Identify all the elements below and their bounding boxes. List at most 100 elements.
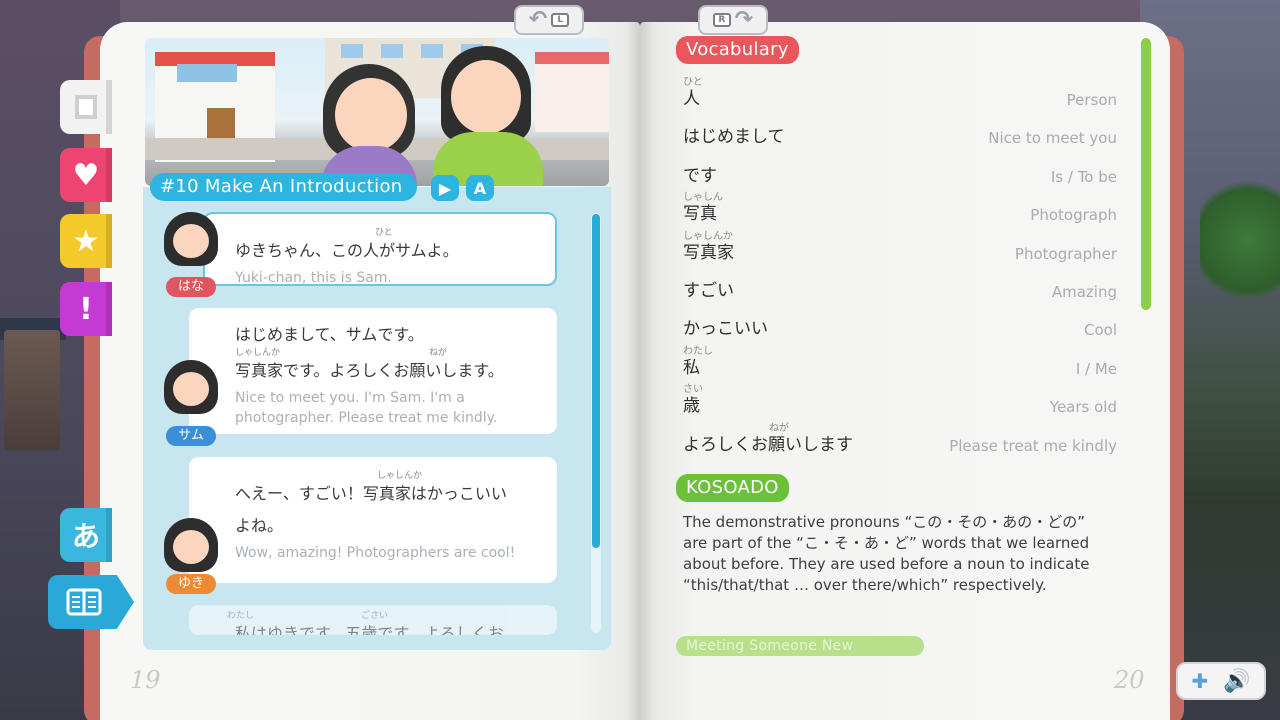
open-book-icon: [66, 588, 102, 616]
kosoado-heading: KOSOADO: [676, 474, 789, 502]
background-tree: [1200, 170, 1280, 310]
vocab-english: Amazing: [1051, 282, 1117, 301]
vocab-row[interactable]: ねが よろしくお願いします Please treat me kindly: [683, 422, 1117, 462]
book-spine: [626, 22, 654, 720]
speaker-tag: はな: [166, 277, 216, 297]
vocab-japanese: かっこいい: [683, 319, 768, 340]
vocab-row[interactable]: しゃしんか 写真家 Photographer: [683, 230, 1117, 270]
dialogue-scroll-thumb[interactable]: [592, 214, 600, 548]
r-key-icon: R: [712, 13, 731, 27]
lesson-illustration: [145, 38, 609, 186]
next-page-button[interactable]: R ↷: [698, 5, 768, 35]
play-audio-button[interactable]: ▶: [431, 175, 459, 201]
dialogue-line-2[interactable]: はじめまして、サムです。 しゃしんか ねが 写真家です。よろしくお願いします。 …: [189, 308, 557, 434]
stone-lantern: [4, 330, 60, 450]
vocab-ruby: しゃしん: [683, 192, 723, 204]
left-page-number: 19: [130, 666, 161, 694]
ruby: ねが: [429, 348, 448, 358]
tab-alerts[interactable]: !: [60, 282, 112, 336]
exclamation-icon: !: [79, 291, 93, 327]
vocab-english: I / Me: [1075, 359, 1117, 378]
dialogue-line-1[interactable]: ひと ゆきちゃん、この人がサムよ。 Yuki-chan, this is Sam…: [203, 212, 557, 286]
vocab-row[interactable]: はじめまして Nice to meet you: [683, 116, 1117, 154]
vocab-english: Photograph: [1030, 206, 1117, 225]
text-toggle-button[interactable]: A: [466, 175, 494, 201]
tab-starred[interactable]: ★: [60, 214, 112, 268]
speaker-tag: サム: [166, 426, 216, 446]
vocab-ruby: しゃしんか: [683, 230, 733, 242]
vocab-english: Please treat me kindly: [949, 436, 1117, 455]
speaker-icon: 🔊: [1223, 668, 1251, 694]
next-section-heading: Meeting Someone New: [676, 636, 924, 656]
star-icon: ★: [72, 223, 100, 259]
vocab-english: Nice to meet you: [988, 129, 1117, 148]
vocab-english: Photographer: [1014, 244, 1117, 263]
arrow-left-icon: ↶: [528, 7, 548, 32]
building-window: [381, 44, 403, 58]
prev-page-button[interactable]: ↶ L: [514, 5, 584, 35]
vocab-ruby: わたし: [683, 345, 713, 357]
vocab-row[interactable]: かっこいい Cool: [683, 308, 1117, 346]
dialogue-jp: へえー、すごい！写真家はかっこいい: [235, 484, 507, 503]
heart-icon: ♥: [72, 157, 100, 193]
vocabulary-list: ひと人 Person はじめまして Nice to meet you です Is / To…: [683, 78, 1117, 462]
dialogue-line-3[interactable]: しゃしんか へえー、すごい！写真家はかっこいい よね。 Wow, amazing…: [189, 457, 557, 583]
house-right: [535, 52, 609, 132]
vocab-row[interactable]: すごい Amazing: [683, 270, 1117, 308]
vocabulary-heading: Vocabulary: [676, 36, 799, 64]
vocab-ruby: ねが: [769, 422, 789, 434]
vocab-ruby: ひと: [683, 77, 703, 88]
dialogue-jp: 写真家です。よろしくお願いします。: [235, 361, 504, 380]
kana-label: あ: [71, 520, 100, 553]
tab-kana[interactable]: あ: [60, 508, 112, 562]
lesson-title: #10 Make An Introduction: [150, 173, 417, 201]
dialogue-line-4[interactable]: わたし ごさい 私はゆきです。五歳です。よろしくお: [189, 605, 557, 635]
building-window: [421, 44, 443, 58]
square-icon: [75, 95, 97, 119]
l-key-icon: L: [551, 13, 570, 27]
dialogue-en: Yuki-chan, this is Sam.: [235, 270, 392, 286]
arrow-right-icon: ↷: [734, 7, 754, 32]
vocab-japanese: 私: [683, 357, 700, 378]
dpad-icon: ✚: [1191, 669, 1209, 693]
vocab-row[interactable]: ひと人 Person: [683, 78, 1117, 116]
tab-blank[interactable]: [60, 80, 112, 134]
font-icon: A: [473, 178, 487, 198]
dialogue-jp: 私はゆきです。五歳です。よろしくお: [235, 624, 504, 635]
audio-controls[interactable]: ✚ 🔊: [1176, 662, 1266, 700]
vocab-japanese: 歳: [683, 396, 700, 417]
vocab-row[interactable]: わたし私 I / Me: [683, 345, 1117, 385]
right-page-number: 20: [1114, 666, 1145, 694]
vocab-scroll-thumb[interactable]: [1141, 38, 1151, 310]
vocab-row[interactable]: しゃしん 写真 Photograph: [683, 193, 1117, 231]
avatar-yuki: [164, 518, 218, 572]
ruby: ひと: [375, 228, 393, 238]
play-icon: ▶: [438, 178, 452, 198]
vocab-japanese: よろしくお願いします: [683, 434, 853, 455]
tab-favorites[interactable]: ♥: [60, 148, 112, 202]
vocab-japanese: 写真家: [683, 242, 734, 263]
dialogue-jp: ゆきちゃん、この人がサムよ。: [235, 241, 459, 260]
building-window: [341, 44, 363, 58]
vocab-japanese: すごい: [683, 280, 734, 301]
vocab-ruby: さい: [683, 384, 703, 396]
avatar-sam: [164, 360, 218, 414]
ruby: わたし: [227, 611, 255, 621]
tab-lessons[interactable]: [48, 575, 134, 629]
vocab-row[interactable]: です Is / To be: [683, 155, 1117, 193]
ruby: しゃしんか: [377, 471, 423, 481]
vocab-english: Person: [1066, 91, 1117, 109]
vocab-row[interactable]: さい歳 Years old: [683, 385, 1117, 423]
vocab-english: Years old: [1049, 398, 1117, 417]
yuki-mom-face: [451, 60, 521, 134]
vocab-english: Cool: [1084, 321, 1117, 340]
vocab-japanese: 人: [683, 89, 700, 109]
vocab-english: Is / To be: [1050, 167, 1117, 186]
house-window: [177, 64, 237, 82]
vocab-japanese: です: [683, 165, 717, 186]
speaker-tag: ゆき: [166, 574, 216, 594]
ruby: ごさい: [361, 611, 389, 621]
kosoado-description: The demonstrative pronouns “この・その・あの・どの”…: [683, 513, 1090, 594]
vocab-japanese: はじめまして: [683, 127, 785, 148]
ruby: しゃしんか: [235, 348, 281, 358]
